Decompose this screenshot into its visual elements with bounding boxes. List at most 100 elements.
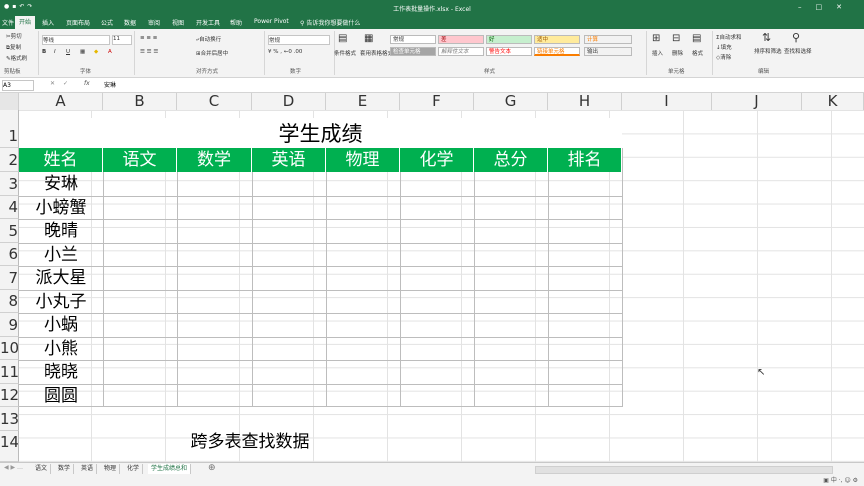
col-header-k[interactable]: K xyxy=(802,93,864,110)
fill-color-icon[interactable]: ◆ xyxy=(94,49,98,55)
header-name[interactable]: 姓名 xyxy=(19,148,103,172)
italic-button[interactable]: I xyxy=(54,49,56,55)
tab-insert[interactable]: 插入 xyxy=(42,18,54,27)
name-cell[interactable]: 晓晓 xyxy=(19,360,103,384)
formula-input[interactable]: 安琳 xyxy=(104,80,116,89)
name-cell[interactable]: 小兰 xyxy=(19,243,103,266)
cut-button[interactable]: ✂剪切 xyxy=(6,32,22,40)
row-header-2[interactable]: 2 xyxy=(0,148,19,172)
row-header-6[interactable]: 6 xyxy=(0,243,19,266)
add-sheet-icon[interactable]: ⊕ xyxy=(208,463,216,473)
format-painter-button[interactable]: ✎格式刷 xyxy=(6,54,27,62)
tab-help[interactable]: 帮助 xyxy=(230,18,242,27)
style-warn[interactable]: 警告文本 xyxy=(486,47,532,56)
format-cells-icon[interactable]: ▤ xyxy=(692,33,701,44)
header-physics[interactable]: 物理 xyxy=(326,148,400,172)
name-cell[interactable]: 小螃蟹 xyxy=(19,196,103,219)
col-header-g[interactable]: G xyxy=(474,93,548,110)
row-header-5[interactable]: 5 xyxy=(0,219,19,243)
name-cell[interactable]: 小蜗 xyxy=(19,313,103,337)
sheet-tab-math[interactable]: 数学 xyxy=(55,464,75,474)
bold-button[interactable]: B xyxy=(42,49,46,55)
tab-page-layout[interactable]: 页面布局 xyxy=(66,18,90,27)
row-header-14[interactable]: 14 xyxy=(0,431,19,462)
style-neutral[interactable]: 适中 xyxy=(534,35,580,44)
name-cell[interactable]: 小丸子 xyxy=(19,290,103,313)
col-header-c[interactable]: C xyxy=(177,93,252,110)
header-chemistry[interactable]: 化学 xyxy=(400,148,474,172)
name-cell[interactable]: 圆圆 xyxy=(19,384,103,407)
autosum-button[interactable]: Σ自动求和 xyxy=(716,33,742,41)
name-cell[interactable]: 晚晴 xyxy=(19,219,103,243)
tab-home[interactable]: 开始 xyxy=(15,16,36,29)
style-normal[interactable]: 常规 xyxy=(390,35,436,44)
col-header-f[interactable]: F xyxy=(400,93,474,110)
style-check[interactable]: 检查单元格 xyxy=(390,47,436,56)
tab-view[interactable]: 视图 xyxy=(172,18,184,27)
function-icon[interactable]: fx xyxy=(84,80,90,87)
row-header-13[interactable]: 13 xyxy=(0,407,19,431)
sheet-tab-english[interactable]: 英语 xyxy=(78,464,98,474)
insert-cells-button[interactable]: 插入 xyxy=(652,49,663,57)
sort-filter-button[interactable]: 排序和筛选 xyxy=(754,47,782,55)
font-size-select[interactable]: 11 xyxy=(112,35,132,45)
header-math[interactable]: 数学 xyxy=(177,148,252,172)
header-chinese[interactable]: 语文 xyxy=(103,148,177,172)
name-cell[interactable]: 安琳 xyxy=(19,172,103,196)
col-header-e[interactable]: E xyxy=(326,93,400,110)
underline-button[interactable]: U xyxy=(66,49,70,55)
number-format-select[interactable]: 常规 xyxy=(268,35,330,45)
sheet-nav-icon[interactable]: ◀ ▶ … xyxy=(4,464,23,471)
row-header-1[interactable]: 1 xyxy=(0,110,19,148)
row-header-10[interactable]: 10 xyxy=(0,337,19,360)
find-select-button[interactable]: 查找和选择 xyxy=(784,47,812,55)
select-all-corner[interactable] xyxy=(0,93,19,110)
col-header-i[interactable]: I xyxy=(622,93,712,110)
sheet-tab-chinese[interactable]: 语文 xyxy=(32,464,52,474)
tab-review[interactable]: 审阅 xyxy=(148,18,160,27)
style-calc[interactable]: 计算 xyxy=(584,35,632,44)
font-color-icon[interactable]: A xyxy=(108,49,112,55)
row-header-3[interactable]: 3 xyxy=(0,172,19,196)
sheet-title[interactable]: 学生成绩 xyxy=(19,118,622,148)
col-header-a[interactable]: A xyxy=(19,93,103,110)
insert-cells-icon[interactable]: ⊞ xyxy=(652,33,660,44)
conditional-format-button[interactable]: 条件格式 xyxy=(334,49,356,57)
row-header-11[interactable]: 11 xyxy=(0,360,19,384)
row-header-8[interactable]: 8 xyxy=(0,290,19,313)
col-header-d[interactable]: D xyxy=(252,93,326,110)
header-english[interactable]: 英语 xyxy=(252,148,326,172)
tab-data[interactable]: 数据 xyxy=(124,18,136,27)
col-header-h[interactable]: H xyxy=(548,93,622,110)
header-total[interactable]: 总分 xyxy=(474,148,548,172)
wrap-text-button[interactable]: ⤶自动换行 xyxy=(196,35,221,44)
format-cells-button[interactable]: 格式 xyxy=(692,49,703,57)
sheet-tab-physics[interactable]: 物理 xyxy=(101,464,121,474)
style-good[interactable]: 好 xyxy=(486,35,532,44)
merge-center-button[interactable]: ⊞合并后居中 xyxy=(196,49,228,57)
sort-filter-icon[interactable]: ⇅ xyxy=(762,31,771,44)
border-icon[interactable]: ▦ xyxy=(80,49,85,55)
tab-power-pivot[interactable]: Power Pivot xyxy=(254,18,289,25)
name-cell[interactable]: 派大星 xyxy=(19,266,103,290)
align-top-icon[interactable]: ≡ ≡ ≡ xyxy=(140,35,157,41)
col-header-j[interactable]: J xyxy=(712,93,802,110)
minimize-icon[interactable]: – xyxy=(798,3,816,11)
table-format-button[interactable]: 套用表格格式 xyxy=(360,49,393,57)
copy-button[interactable]: ⧉复制 xyxy=(6,43,21,52)
tab-developer[interactable]: 开发工具 xyxy=(196,18,220,27)
tell-me-search[interactable]: ⚲ 告诉我你想要做什么 xyxy=(300,18,360,27)
formula-cancel-icon[interactable]: ✕✓ xyxy=(50,80,76,87)
conditional-format-icon[interactable]: ▤ xyxy=(338,33,347,44)
delete-cells-button[interactable]: 删除 xyxy=(672,49,683,57)
font-name-select[interactable]: 等线 xyxy=(42,35,110,45)
style-explain[interactable]: 解释性文本 xyxy=(438,47,484,56)
col-header-b[interactable]: B xyxy=(103,93,177,110)
clear-button[interactable]: ◇清除 xyxy=(716,53,731,61)
align-left-icon[interactable]: ☰ ☰ ☰ xyxy=(140,49,158,55)
row-header-9[interactable]: 9 xyxy=(0,313,19,337)
horizontal-scrollbar[interactable] xyxy=(535,466,833,474)
fill-button[interactable]: ↓填充 xyxy=(716,43,732,51)
tab-formulas[interactable]: 公式 xyxy=(101,18,113,27)
style-bad[interactable]: 差 xyxy=(438,35,484,44)
